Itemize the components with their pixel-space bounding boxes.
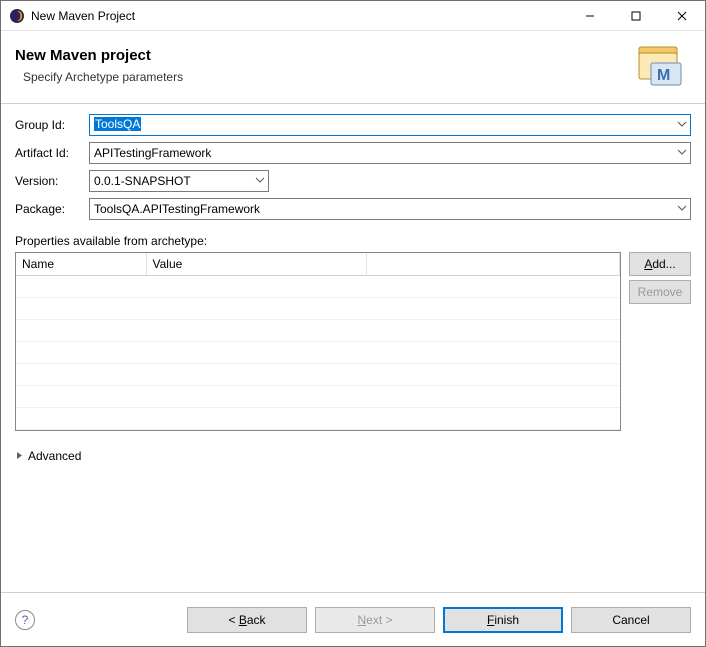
titlebar: New Maven Project — [1, 1, 705, 31]
table-row[interactable] — [16, 341, 620, 363]
version-input[interactable] — [89, 170, 269, 192]
group-id-input[interactable] — [89, 114, 691, 136]
close-button[interactable] — [659, 1, 705, 31]
properties-area: Name Value Add... — [15, 252, 691, 431]
properties-table[interactable]: Name Value — [15, 252, 621, 431]
properties-buttons: Add... Remove — [629, 252, 691, 431]
group-id-combo[interactable]: ToolsQA — [89, 114, 691, 136]
chevron-down-icon[interactable] — [254, 173, 266, 187]
label-package: Package: — [15, 202, 89, 216]
banner: New Maven project Specify Archetype para… — [1, 31, 705, 104]
col-empty — [366, 253, 620, 275]
finish-button[interactable]: Finish — [443, 607, 563, 633]
table-row[interactable] — [16, 407, 620, 429]
table-row[interactable] — [16, 297, 620, 319]
triangle-right-icon — [15, 451, 24, 460]
banner-subtitle: Specify Archetype parameters — [23, 70, 637, 84]
chevron-down-icon[interactable] — [676, 117, 688, 131]
row-artifact-id: Artifact Id: — [15, 142, 691, 164]
minimize-button[interactable] — [567, 1, 613, 31]
banner-text: New Maven project Specify Archetype para… — [15, 47, 637, 84]
table-row[interactable] — [16, 363, 620, 385]
artifact-id-combo[interactable] — [89, 142, 691, 164]
svg-text:M: M — [657, 67, 670, 84]
row-group-id: Group Id: ToolsQA — [15, 114, 691, 136]
back-button[interactable]: < Back — [187, 607, 307, 633]
label-version: Version: — [15, 174, 89, 188]
chevron-down-icon[interactable] — [676, 201, 688, 215]
advanced-toggle[interactable]: Advanced — [15, 449, 691, 463]
help-button[interactable]: ? — [15, 610, 35, 630]
table-row[interactable] — [16, 319, 620, 341]
package-input[interactable] — [89, 198, 691, 220]
form-area: Group Id: ToolsQA Artifact Id: Version: … — [1, 104, 705, 592]
version-combo[interactable] — [89, 170, 269, 192]
cancel-button[interactable]: Cancel — [571, 607, 691, 633]
window-title: New Maven Project — [31, 9, 567, 23]
next-button[interactable]: Next > — [315, 607, 435, 633]
package-combo[interactable] — [89, 198, 691, 220]
table-row[interactable] — [16, 385, 620, 407]
advanced-label: Advanced — [28, 449, 81, 463]
banner-title: New Maven project — [15, 47, 637, 64]
table-row[interactable] — [16, 275, 620, 297]
add-button[interactable]: Add... — [629, 252, 691, 276]
artifact-id-input[interactable] — [89, 142, 691, 164]
footer: ? < Back Next > Finish Cancel — [1, 592, 705, 646]
label-artifact-id: Artifact Id: — [15, 146, 89, 160]
maven-wizard-icon: M — [637, 43, 683, 87]
eclipse-icon — [9, 8, 25, 24]
col-value[interactable]: Value — [146, 253, 366, 275]
dialog-window: New Maven Project New Maven project Spec… — [0, 0, 706, 647]
col-name[interactable]: Name — [16, 253, 146, 275]
remove-button[interactable]: Remove — [629, 280, 691, 304]
row-package: Package: — [15, 198, 691, 220]
properties-label: Properties available from archetype: — [15, 234, 691, 248]
chevron-down-icon[interactable] — [676, 145, 688, 159]
label-group-id: Group Id: — [15, 118, 89, 132]
maximize-button[interactable] — [613, 1, 659, 31]
row-version: Version: — [15, 170, 691, 192]
